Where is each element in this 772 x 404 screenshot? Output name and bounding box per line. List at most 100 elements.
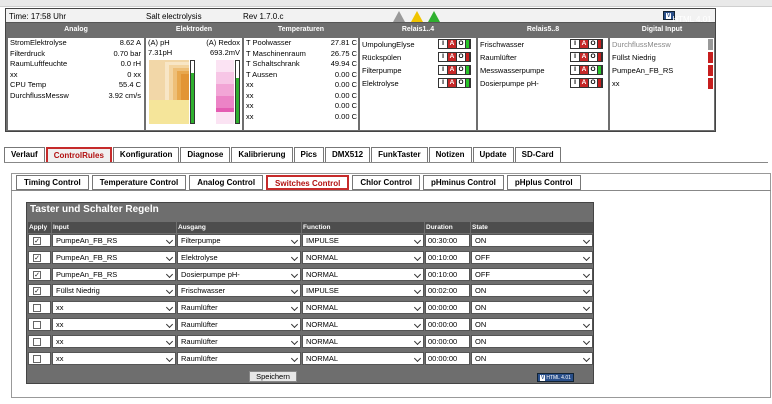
apply-checkbox[interactable]: ✓: [33, 253, 41, 262]
iao-o-button[interactable]: O: [589, 79, 598, 87]
ausgang-select[interactable]: Raumlüfter: [179, 319, 299, 330]
state-select[interactable]: OFF: [473, 252, 591, 263]
iao-o-button[interactable]: O: [589, 53, 598, 61]
duration-input[interactable]: 00:30:00: [428, 235, 457, 246]
iao-o-button[interactable]: O: [589, 40, 598, 48]
ausgang-select[interactable]: Raumlüfter: [179, 353, 299, 364]
iao-i-button[interactable]: I: [571, 79, 580, 87]
apply-checkbox[interactable]: [33, 304, 41, 313]
function-select[interactable]: IMPULSE: [304, 285, 422, 296]
input-select[interactable]: xx: [54, 353, 174, 364]
input-select[interactable]: xx: [54, 302, 174, 313]
ausgang-select[interactable]: Frischwasser: [179, 285, 299, 296]
iao-a-button[interactable]: A: [448, 40, 457, 48]
input-select[interactable]: PumpeAn_FB_RS: [54, 252, 174, 263]
subtab-timing-control[interactable]: Timing Control: [16, 175, 89, 190]
tab-dmx512[interactable]: DMX512: [324, 147, 371, 162]
function-select[interactable]: NORMAL: [304, 353, 422, 364]
state-select[interactable]: ON: [473, 336, 591, 347]
tab-update[interactable]: Update: [472, 147, 514, 162]
subtab-phplus-control[interactable]: pHplus Control: [506, 175, 581, 190]
iao-switch[interactable]: IAO: [570, 52, 603, 62]
apply-checkbox[interactable]: [33, 321, 41, 329]
duration-input[interactable]: 00:00:00: [428, 336, 457, 347]
apply-checkbox[interactable]: ✓: [33, 237, 41, 245]
iao-switch[interactable]: IAO: [570, 78, 603, 88]
html-validator-badge[interactable]: V HTML 4.01: [663, 11, 712, 24]
input-select[interactable]: xx: [54, 319, 174, 330]
subtab-chlor-control[interactable]: Chlor Control: [352, 175, 420, 190]
function-select[interactable]: IMPULSE: [304, 235, 422, 246]
state-select[interactable]: OFF: [473, 269, 591, 280]
input-select[interactable]: PumpeAn_FB_RS: [54, 269, 174, 280]
iao-switch[interactable]: IAO: [438, 52, 471, 62]
iao-a-button[interactable]: A: [580, 53, 589, 61]
iao-o-button[interactable]: O: [457, 66, 466, 74]
iao-a-button[interactable]: A: [448, 53, 457, 61]
function-select[interactable]: NORMAL: [304, 252, 422, 263]
apply-checkbox[interactable]: [33, 337, 41, 346]
state-select[interactable]: ON: [473, 319, 591, 330]
ausgang-select[interactable]: Raumlüfter: [179, 302, 299, 313]
tab-konfiguration[interactable]: Konfiguration: [112, 147, 180, 162]
iao-o-button[interactable]: O: [457, 40, 466, 48]
duration-input[interactable]: 00:00:00: [428, 319, 457, 330]
tab-pics[interactable]: Pics: [293, 147, 324, 162]
subtab-analog-control[interactable]: Analog Control: [189, 175, 264, 190]
tab-kalibrierung[interactable]: Kalibrierung: [231, 147, 293, 162]
subtab-temperature-control[interactable]: Temperature Control: [91, 175, 187, 190]
iao-i-button[interactable]: I: [439, 53, 448, 61]
warning-green-icon[interactable]: [428, 11, 440, 22]
iao-i-button[interactable]: I: [439, 66, 448, 74]
html-validator-badge-footer[interactable]: V HTML 4.01: [537, 373, 574, 382]
tab-controlrules[interactable]: ControlRules: [45, 147, 112, 162]
duration-input[interactable]: 00:00:00: [428, 353, 457, 364]
iao-a-button[interactable]: A: [580, 66, 589, 74]
apply-checkbox[interactable]: ✓: [33, 270, 41, 279]
warning-grey-icon[interactable]: [393, 11, 405, 22]
duration-input[interactable]: 00:10:00: [428, 269, 457, 280]
input-select[interactable]: PumpeAn_FB_RS: [54, 235, 174, 246]
iao-a-button[interactable]: A: [580, 79, 589, 87]
subtab-switches-control[interactable]: Switches Control: [266, 175, 350, 190]
iao-i-button[interactable]: I: [571, 53, 580, 61]
tab-verlauf[interactable]: Verlauf: [4, 147, 45, 162]
ausgang-select[interactable]: Elektrolyse: [179, 252, 299, 263]
duration-input[interactable]: 00:10:00: [428, 252, 457, 263]
iao-switch[interactable]: IAO: [570, 39, 603, 49]
apply-checkbox[interactable]: [33, 354, 41, 363]
tab-sd-card[interactable]: SD-Card: [514, 147, 561, 162]
iao-o-button[interactable]: O: [457, 79, 466, 87]
function-select[interactable]: NORMAL: [304, 302, 422, 313]
subtab-phminus-control[interactable]: pHminus Control: [422, 175, 504, 190]
iao-switch[interactable]: IAO: [570, 65, 603, 75]
iao-i-button[interactable]: I: [439, 79, 448, 87]
duration-input[interactable]: 00:00:00: [428, 302, 457, 313]
state-select[interactable]: ON: [473, 285, 591, 296]
state-select[interactable]: ON: [473, 235, 591, 246]
iao-switch[interactable]: IAO: [438, 65, 471, 75]
tab-diagnose[interactable]: Diagnose: [180, 147, 231, 162]
state-select[interactable]: ON: [473, 353, 591, 364]
iao-o-button[interactable]: O: [589, 66, 598, 74]
ausgang-select[interactable]: Dosierpumpe pH-: [179, 269, 299, 280]
state-select[interactable]: ON: [473, 302, 591, 313]
iao-switch[interactable]: IAO: [438, 78, 471, 88]
input-select[interactable]: Füllst Niedrig: [54, 285, 174, 296]
apply-checkbox[interactable]: ✓: [33, 287, 41, 296]
function-select[interactable]: NORMAL: [304, 336, 422, 347]
function-select[interactable]: NORMAL: [304, 269, 422, 280]
save-button[interactable]: Speichern: [249, 371, 297, 382]
warning-yellow-icon[interactable]: [411, 11, 423, 22]
ausgang-select[interactable]: Raumlüfter: [179, 336, 299, 347]
input-select[interactable]: xx: [54, 336, 174, 347]
iao-i-button[interactable]: I: [571, 66, 580, 74]
iao-a-button[interactable]: A: [448, 79, 457, 87]
function-select[interactable]: NORMAL: [304, 319, 422, 330]
iao-a-button[interactable]: A: [580, 40, 589, 48]
iao-i-button[interactable]: I: [439, 40, 448, 48]
duration-input[interactable]: 00:02:00: [428, 285, 457, 296]
ausgang-select[interactable]: Filterpumpe: [179, 235, 299, 246]
iao-o-button[interactable]: O: [457, 53, 466, 61]
tab-notizen[interactable]: Notizen: [428, 147, 472, 162]
